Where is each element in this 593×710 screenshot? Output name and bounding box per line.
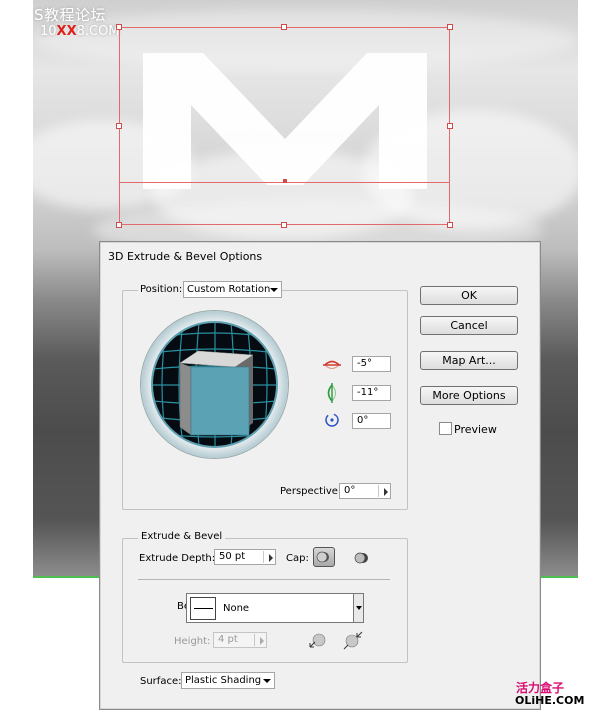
selection-bounding-box[interactable] bbox=[119, 27, 450, 225]
extrude-bevel-title: Extrude & Bevel bbox=[138, 531, 226, 542]
preview-checkbox[interactable] bbox=[439, 422, 452, 435]
surface-dropdown[interactable]: Plastic Shading bbox=[181, 672, 275, 689]
perspective-label: Perspective: bbox=[280, 486, 342, 497]
x-axis-rotation-icon bbox=[323, 360, 341, 369]
cap-label: Cap: bbox=[286, 553, 309, 564]
bevel-dropdown[interactable]: None bbox=[186, 593, 361, 623]
selection-handle-middle-left[interactable] bbox=[116, 123, 122, 129]
chevron-down-icon bbox=[270, 288, 278, 292]
selection-handle-top-center[interactable] bbox=[281, 24, 287, 30]
cancel-button[interactable]: Cancel bbox=[420, 316, 518, 335]
extrude-depth-label: Extrude Depth: bbox=[139, 553, 216, 564]
watermark-url-red: XX bbox=[56, 24, 77, 39]
selection-handle-bottom-left[interactable] bbox=[116, 222, 122, 228]
divider bbox=[138, 579, 390, 580]
dialog-title: 3D Extrude & Bevel Options bbox=[108, 250, 263, 263]
z-axis-rotation-icon bbox=[325, 413, 339, 427]
selection-handle-bottom-center[interactable] bbox=[281, 222, 287, 228]
map-art-button[interactable]: Map Art... bbox=[420, 351, 518, 370]
preview-label: Preview bbox=[454, 423, 497, 436]
height-value: 4 pt bbox=[218, 634, 238, 645]
trackball-grid-lines bbox=[153, 323, 276, 446]
site-url: OLiHE.COM bbox=[515, 694, 585, 707]
selection-handle-top-right[interactable] bbox=[447, 24, 453, 30]
extrude-depth-field[interactable]: 50 pt bbox=[214, 549, 276, 565]
perspective-field[interactable]: 0° bbox=[339, 483, 391, 499]
trackball-grid bbox=[151, 321, 278, 448]
selection-handle-middle-right[interactable] bbox=[447, 123, 453, 129]
cap-on-button[interactable] bbox=[313, 547, 335, 567]
chevron-down-icon bbox=[263, 679, 271, 683]
height-field[interactable]: 4 pt bbox=[213, 632, 267, 648]
bevel-value: None bbox=[223, 603, 250, 614]
bevel-preview-icon bbox=[190, 597, 216, 620]
y-axis-rotation-icon bbox=[327, 383, 336, 403]
watermark-text: S教程论坛 bbox=[34, 6, 107, 24]
extrude-bevel-dialog: 3D Extrude & Bevel Options Position: Cus… bbox=[99, 241, 541, 710]
more-options-button[interactable]: More Options bbox=[420, 386, 518, 405]
rotation-x-field[interactable]: -5° bbox=[352, 356, 391, 372]
rotation-z-field[interactable]: 0° bbox=[352, 413, 391, 429]
position-dropdown[interactable]: Custom Rotation bbox=[183, 281, 282, 298]
surface-dropdown-value: Plastic Shading bbox=[185, 675, 262, 686]
watermark-url-suffix: 8.COM bbox=[76, 24, 120, 39]
stepper-divider bbox=[254, 634, 255, 646]
watermark-url: 10XX8.COM bbox=[40, 24, 120, 39]
perspective-value: 0° bbox=[344, 485, 356, 496]
cap-on-icon bbox=[316, 551, 329, 563]
ok-button[interactable]: OK bbox=[420, 286, 518, 305]
chevron-down-icon[interactable] bbox=[353, 593, 364, 623]
bevel-extent-out-icon[interactable] bbox=[307, 630, 329, 650]
position-dropdown-value: Custom Rotation bbox=[187, 284, 271, 295]
chevron-right-icon bbox=[269, 554, 273, 562]
surface-label: Surface: bbox=[140, 676, 182, 687]
chevron-right-icon bbox=[260, 637, 264, 645]
height-label: Height: bbox=[174, 636, 211, 647]
stepper-divider bbox=[378, 485, 379, 497]
selection-handle-top-left[interactable] bbox=[116, 24, 122, 30]
rotation-y-field[interactable]: -11° bbox=[352, 385, 391, 401]
position-label: Position: bbox=[138, 284, 185, 295]
bevel-extent-in-icon[interactable] bbox=[342, 630, 364, 650]
cap-off-icon[interactable] bbox=[353, 549, 371, 567]
selection-handle-bottom-right[interactable] bbox=[447, 222, 453, 228]
chevron-right-icon bbox=[384, 488, 388, 496]
stepper-divider bbox=[263, 551, 264, 563]
selection-center-point bbox=[283, 179, 287, 183]
rotation-trackball[interactable] bbox=[141, 311, 288, 458]
watermark-url-prefix: 10 bbox=[40, 24, 57, 39]
extrude-depth-value: 50 pt bbox=[219, 551, 246, 562]
